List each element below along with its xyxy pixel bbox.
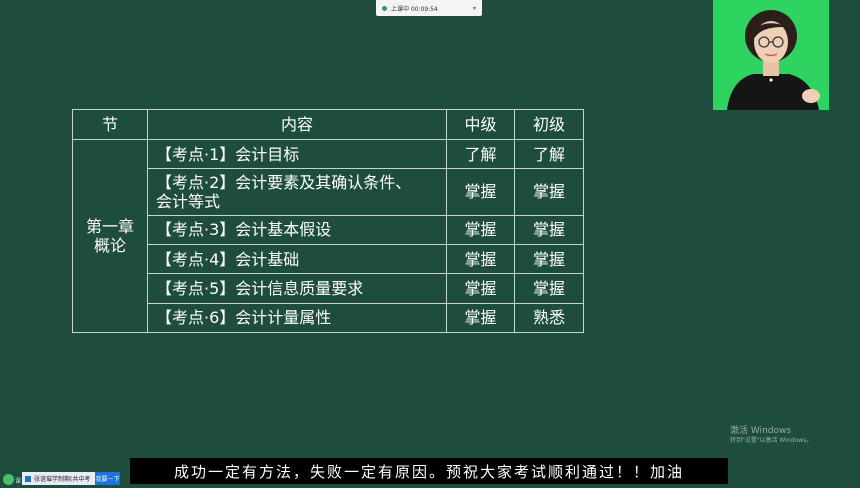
recording-timer: 上课中 00:09:54: [391, 5, 438, 13]
chevron-down-icon[interactable]: ▾: [473, 5, 476, 12]
header-intermediate: 中级: [446, 109, 515, 140]
junior-level-cell: 掌握: [514, 168, 584, 216]
table-header-row: 节 内容 中级 初级: [72, 109, 584, 140]
topic-line: 【考点·2】会计要素及其确认条件、: [156, 172, 412, 192]
taskbar-window-item[interactable]: 张谊璀学制期(共中考: [22, 472, 95, 485]
watermark-title: 激活 Windows: [730, 426, 792, 436]
topic-line: 会计等式: [156, 192, 221, 212]
table-row: 【考点·6】会计计量属性 掌握 熟悉: [73, 302, 584, 334]
header-section: 节: [72, 109, 148, 140]
intermediate-level-cell: 掌握: [446, 214, 515, 246]
topic-cell: 【考点·3】会计基本假设: [147, 214, 447, 246]
table-row: 【考点·2】会计要素及其确认条件、 会计等式 掌握 掌握: [73, 168, 584, 216]
table-row: 【考点·3】会计基本假设 掌握 掌握: [73, 214, 584, 246]
header-content: 内容: [147, 109, 447, 140]
chapter-title: 概论: [93, 236, 126, 255]
table-row: 【考点·5】会计信息质量要求 掌握 掌握: [73, 273, 584, 304]
syllabus-table: 节 内容 中级 初级 第一章 概论 【考点·1】会计目标 了解 了解 【考点·2…: [72, 109, 584, 334]
junior-level-cell: 熟悉: [514, 302, 584, 334]
topic-cell: 【考点·1】会计目标: [147, 138, 447, 170]
webcam-feed: [713, 0, 829, 110]
topic-cell: 【考点·6】会计计量属性: [147, 302, 447, 334]
recording-dot-icon: [382, 5, 387, 11]
taskbar-label: 课: [15, 478, 22, 485]
intermediate-level-cell: 掌握: [446, 168, 515, 216]
header-junior: 初级: [514, 109, 584, 140]
intermediate-level-cell: 掌握: [446, 244, 515, 275]
table-row: 第一章 概论 【考点·1】会计目标 了解 了解: [72, 138, 584, 333]
junior-level-cell: 掌握: [514, 214, 584, 246]
presenter-video: [713, 0, 829, 110]
video-subtitle: 成功一定有方法，失败一定有原因。预祝大家考试顺利通过！！加油: [130, 458, 728, 484]
topic-cell: 【考点·4】会计基础: [147, 244, 447, 275]
chapter-cell: 第一章 概论: [72, 139, 148, 333]
intermediate-level-cell: 掌握: [446, 273, 515, 304]
junior-level-cell: 掌握: [514, 273, 584, 304]
topic-cell: 【考点·2】会计要素及其确认条件、 会计等式: [147, 168, 447, 216]
app-logo-icon[interactable]: [3, 474, 14, 485]
chapter-number: 第一章: [85, 216, 134, 236]
junior-level-cell: 了解: [514, 138, 584, 170]
junior-level-cell: 掌握: [514, 244, 584, 275]
topic-cell: 【考点·5】会计信息质量要求: [147, 273, 447, 304]
intermediate-level-cell: 掌握: [446, 302, 515, 334]
taskbar-window-label: 张谊璀学制期(共中考: [34, 476, 91, 483]
window-icon: [25, 475, 31, 482]
watermark-subtitle: 转到"设置"以激活 Windows。: [730, 437, 813, 445]
taskbar-action-button[interactable]: 我要一下: [95, 472, 120, 485]
intermediate-level-cell: 了解: [446, 138, 515, 170]
recording-status-bar[interactable]: 上课中 00:09:54 ▾: [376, 0, 482, 16]
windows-activation-watermark: 激活 Windows 转到"设置"以激活 Windows。: [730, 426, 812, 445]
table-row: 【考点·4】会计基础 掌握 掌握: [73, 244, 584, 275]
